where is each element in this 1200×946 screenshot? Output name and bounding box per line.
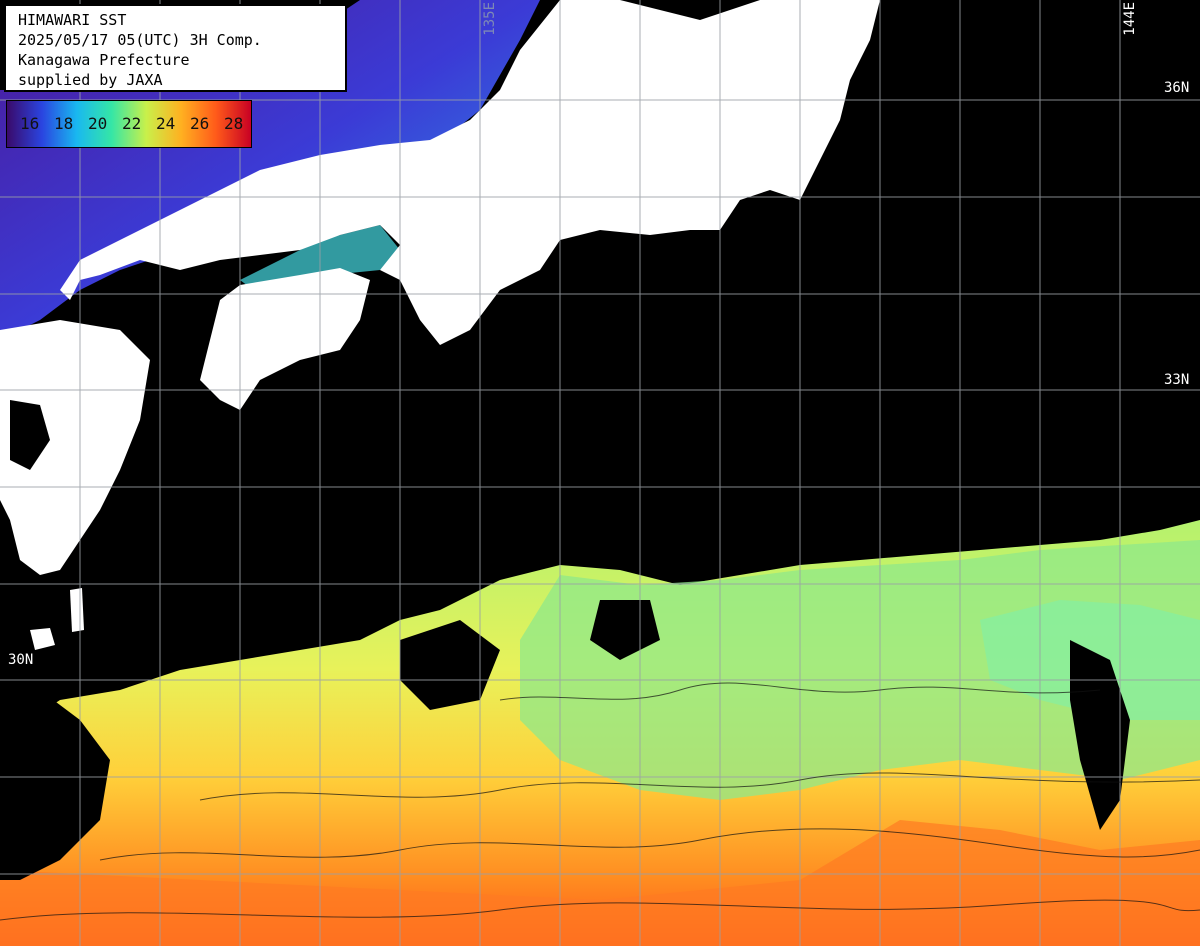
colorbar-labels: 16 18 20 22 24 26 28: [20, 114, 250, 134]
title-line-4: supplied by JAXA: [18, 71, 163, 89]
colorbar-tick: 18: [54, 114, 74, 133]
lat-label-36n: 36N: [1164, 80, 1190, 96]
colorbar-tick: 28: [224, 114, 244, 133]
colorbar-tick: 26: [190, 114, 210, 133]
lon-label-top: 135E: [482, 2, 498, 36]
title-line-3: Kanagawa Prefecture: [18, 51, 190, 69]
title-box: HIMAWARI SST 2025/05/17 05(UTC) 3H Comp.…: [4, 4, 347, 92]
title-line-2: 2025/05/17 05(UTC) 3H Comp.: [18, 31, 262, 49]
colorbar-tick: 22: [122, 114, 142, 133]
colorbar-tick: 16: [20, 114, 40, 133]
land-island-small: [70, 588, 84, 632]
title-line-1: HIMAWARI SST: [18, 11, 127, 29]
colorbar-tick: 24: [156, 114, 176, 133]
lat-label-30n: 30N: [8, 652, 34, 668]
lon-label-144e: 144E: [1122, 2, 1138, 36]
lat-label-33n: 33N: [1164, 372, 1190, 388]
colorbar-tick: 20: [88, 114, 108, 133]
